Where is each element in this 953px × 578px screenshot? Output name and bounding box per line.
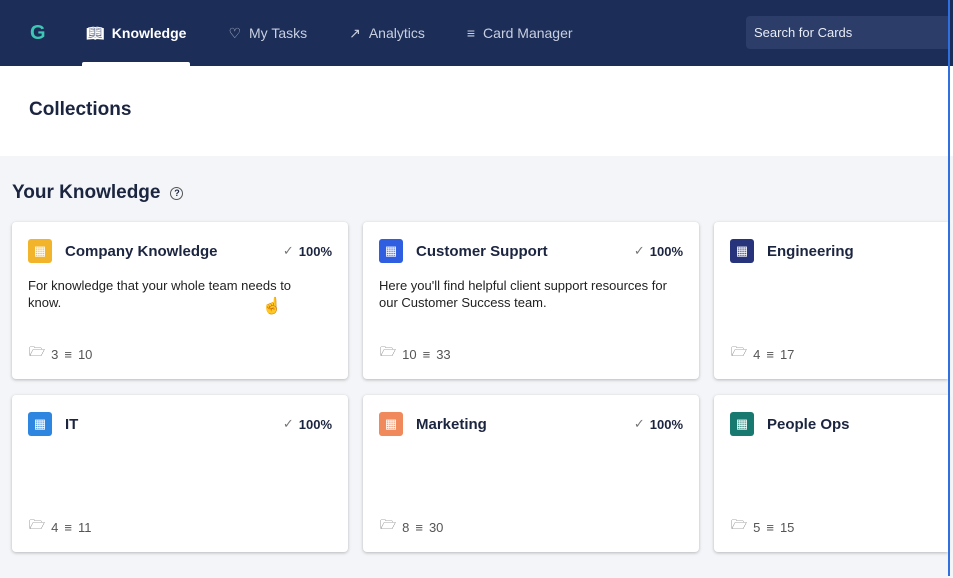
tab-label: Analytics — [369, 25, 425, 41]
bell-icon: ♡ — [228, 25, 241, 42]
book-icon: ▦ — [730, 239, 754, 263]
section-header: Your Knowledge? — [12, 182, 946, 204]
layers-icon: ≡ — [423, 347, 431, 362]
tab-card-manager[interactable]: ≡ Card Manager — [467, 0, 573, 66]
check-icon: ✓ — [634, 416, 645, 432]
section-title: Your Knowledge — [12, 182, 160, 204]
search-input[interactable]: Search for Cards — [746, 16, 948, 49]
collection-description: Here you'll find helpful client support … — [379, 277, 674, 311]
folder-icon: 🗁︎ — [380, 516, 396, 538]
collection-card[interactable]: ▦ Engineering 🗁︎ 4 ≡ 17 — [714, 222, 948, 379]
collection-card[interactable]: ▦Company Knowledge✓100% For knowledge th… — [12, 222, 348, 379]
collection-card[interactable]: ▦ IT✓ 100% 🗁︎ 4 ≡ 11 — [12, 395, 348, 552]
collection-name: IT — [65, 416, 283, 433]
completion-pct: 100% — [650, 244, 683, 259]
folder-count: 10 — [402, 347, 416, 362]
collection-name: Marketing — [416, 416, 634, 433]
book-icon: ▦ — [379, 412, 403, 436]
completion-badge: ✓ 100% — [634, 416, 683, 432]
folder-count: 5 — [753, 520, 760, 535]
book-icon: ▦ — [28, 412, 52, 436]
collection-name: People Ops — [767, 416, 932, 433]
layers-icon: ≡ — [64, 347, 72, 362]
collection-card[interactable]: ▦ Marketing✓ 100% 🗁︎ 8 ≡ 30 — [363, 395, 699, 552]
check-icon: ✓ — [283, 416, 294, 432]
tab-label: Knowledge — [112, 25, 187, 41]
completion-badge: ✓ 100% — [283, 243, 332, 259]
folder-icon: 🗁︎ — [29, 343, 45, 365]
logo-icon[interactable]: G — [30, 22, 52, 44]
completion-pct: 100% — [299, 244, 332, 259]
collection-stats: 🗁︎ 4 ≡ 11 — [29, 516, 91, 538]
hand-cursor-icon: ☝ — [262, 296, 282, 316]
page-title: Collections — [0, 66, 953, 156]
card-count: 15 — [780, 520, 794, 535]
folder-count: 3 — [51, 347, 58, 362]
card-count: 11 — [78, 520, 92, 535]
tab-my-tasks[interactable]: ♡ My Tasks — [228, 0, 307, 66]
check-icon: ✓ — [634, 243, 645, 259]
layers-icon: ≡ — [766, 520, 774, 535]
collection-stats: 🗁︎ 10 ≡ 33 — [380, 343, 451, 365]
collection-name: Engineering — [767, 243, 932, 260]
folder-icon: 🗁︎ — [731, 516, 747, 538]
collection-stats: 🗁︎ 3 ≡ 10 — [29, 343, 92, 365]
book-icon: ▦ — [730, 412, 754, 436]
layers-icon: ≡ — [467, 25, 475, 41]
completion-badge: ✓ 100% — [283, 416, 332, 432]
tab-analytics[interactable]: ↗ Analytics — [349, 0, 425, 66]
collection-name: Company Knowledge — [65, 243, 283, 260]
book-icon: ▦ — [379, 239, 403, 263]
top-nav: G 📖︎ Knowledge ♡ My Tasks ↗ Analytics ≡ Card… — [0, 0, 953, 66]
card-count: 33 — [436, 347, 450, 362]
card-count: 10 — [78, 347, 92, 362]
collection-stats: 🗁︎ 8 ≡ 30 — [380, 516, 443, 538]
collection-stats: 🗁︎ 4 ≡ 17 — [731, 343, 794, 365]
chart-icon: ↗ — [349, 25, 361, 42]
help-icon[interactable]: ? — [170, 187, 183, 200]
right-accent — [948, 0, 950, 576]
layers-icon: ≡ — [64, 520, 72, 535]
check-icon: ✓ — [283, 243, 294, 259]
completion-pct: 100% — [299, 417, 332, 432]
completion-pct: 100% — [650, 417, 683, 432]
completion-badge: ✓ 100% — [634, 243, 683, 259]
layers-icon: ≡ — [415, 520, 423, 535]
folder-count: 4 — [753, 347, 760, 362]
book-icon: 📖︎ — [86, 25, 104, 42]
tab-knowledge[interactable]: 📖︎ Knowledge — [86, 0, 186, 66]
folder-icon: 🗁︎ — [731, 343, 747, 365]
collection-stats: 🗁︎ 5 ≡ 15 — [731, 516, 794, 538]
collection-card[interactable]: ▦ Customer Support✓ 100% Here you'll find … — [363, 222, 699, 379]
layers-icon: ≡ — [766, 347, 774, 362]
folder-icon: 🗁︎ — [380, 343, 396, 365]
card-count: 17 — [780, 347, 794, 362]
tab-label: Card Manager — [483, 25, 573, 41]
folder-count: 4 — [51, 520, 58, 535]
collection-card[interactable]: ▦ People Ops 🗁︎ 5 ≡ 15 — [714, 395, 948, 552]
folder-count: 8 — [402, 520, 409, 535]
card-count: 30 — [429, 520, 443, 535]
folder-icon: 🗁︎ — [29, 516, 45, 538]
tab-label: My Tasks — [249, 25, 307, 41]
collection-name: Customer Support — [416, 243, 634, 260]
book-icon: ▦ — [28, 239, 52, 263]
